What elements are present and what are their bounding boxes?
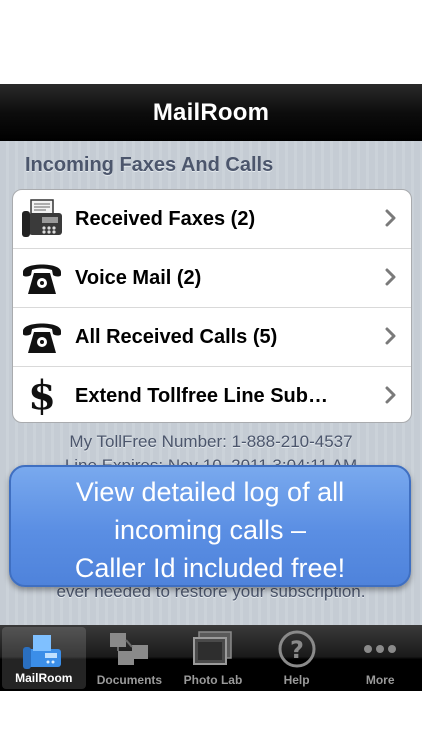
tab-help[interactable]: ? Help xyxy=(255,625,339,691)
tab-bar: MailRoom Documents Photo Lab ? Help More xyxy=(0,625,422,691)
tab-more[interactable]: More xyxy=(338,625,422,691)
section-header: Incoming Faxes And Calls xyxy=(25,154,274,176)
tab-label: Photo Lab xyxy=(183,673,243,687)
promo-callout: View detailed log of all incoming calls … xyxy=(9,465,411,587)
chevron-right-icon xyxy=(385,209,397,232)
photo-lab-icon xyxy=(190,629,236,669)
row-voice-mail[interactable]: Voice Mail (2) xyxy=(13,249,411,308)
menu-group: Received Faxes (2) Voice Mail (2) All Re… xyxy=(12,189,412,423)
row-label: Voice Mail (2) xyxy=(75,266,202,289)
promo-line-3: Caller Id included free! xyxy=(74,553,346,583)
tab-mailroom[interactable]: MailRoom xyxy=(2,627,86,689)
promo-line-2: incoming calls – xyxy=(113,515,307,545)
documents-icon xyxy=(106,629,152,669)
nav-title: MailRoom xyxy=(152,98,270,126)
phone-icon xyxy=(19,314,65,360)
tab-label: Documents xyxy=(96,673,163,687)
promo-line-1: View detailed log of all xyxy=(75,477,345,507)
help-icon: ? xyxy=(274,629,320,669)
mailroom-icon xyxy=(21,631,67,671)
tab-photo-lab[interactable]: Photo Lab xyxy=(171,625,255,691)
chevron-right-icon xyxy=(385,327,397,350)
phone-icon xyxy=(19,255,65,301)
row-label: All Received Calls (5) xyxy=(75,325,278,348)
navigation-bar: MailRoom xyxy=(0,84,422,141)
tab-label: Help xyxy=(283,673,310,687)
row-label: Received Faxes (2) xyxy=(75,207,256,230)
row-all-received-calls[interactable]: All Received Calls (5) xyxy=(13,308,411,367)
tab-label: MailRoom xyxy=(15,671,73,685)
dollar-icon: $ xyxy=(28,372,56,419)
chevron-right-icon xyxy=(385,386,397,409)
tab-documents[interactable]: Documents xyxy=(88,625,172,691)
row-label: Extend Tollfree Line Sub… xyxy=(75,384,328,407)
tab-label: More xyxy=(365,673,395,687)
more-icon xyxy=(357,629,403,669)
tollfree-number: My TollFree Number: 1-888-210-4537 xyxy=(69,432,353,451)
row-received-faxes[interactable]: Received Faxes (2) xyxy=(13,190,411,249)
row-extend-tollfree[interactable]: $ Extend Tollfree Line Sub… xyxy=(13,367,411,422)
fax-icon xyxy=(19,196,65,242)
chevron-right-icon xyxy=(385,268,397,291)
svg-text:?: ? xyxy=(290,636,304,664)
